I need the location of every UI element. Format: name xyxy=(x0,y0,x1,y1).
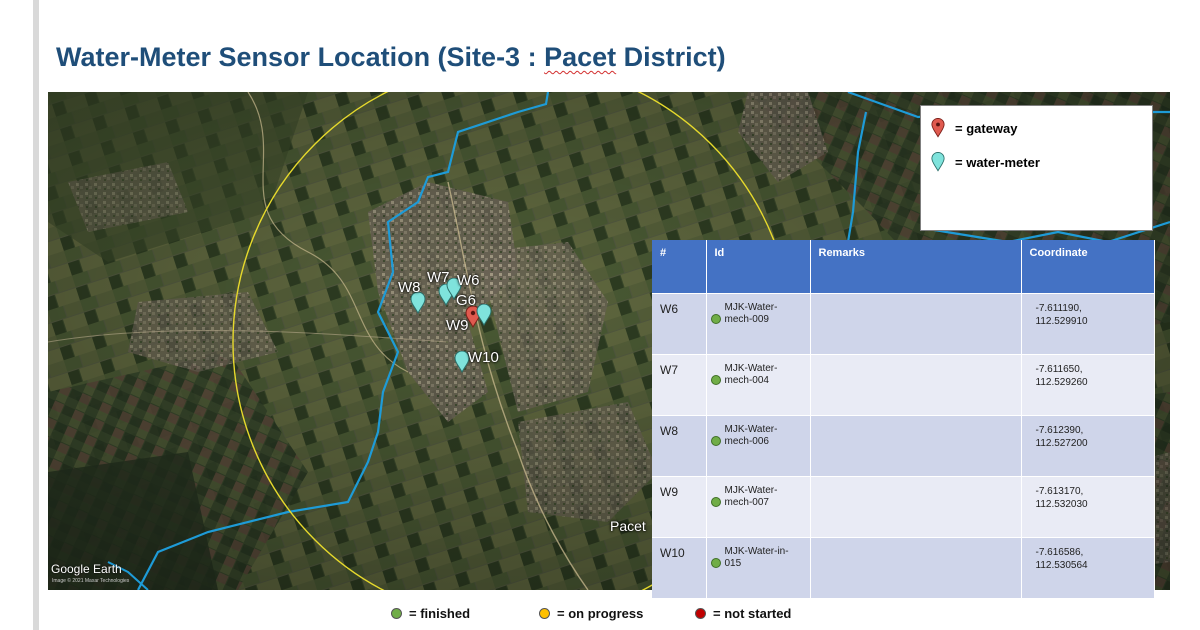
legend-row-water-meter: = water-meter xyxy=(931,152,1040,172)
status-dot-finished xyxy=(710,497,721,507)
row-id-line2: mech-007 xyxy=(724,497,769,508)
status-dot-finished xyxy=(710,436,721,446)
row-coordinate-cell: -7.611190, 112.529910 xyxy=(1021,293,1155,355)
legend-gateway-label: = gateway xyxy=(955,120,1018,136)
status-dot-finished xyxy=(710,558,721,568)
title-district-name: Pacet xyxy=(544,42,617,72)
row-coordinate-lon: 112.529260 xyxy=(1035,377,1088,388)
marker-legend: = gateway = water-meter xyxy=(920,105,1153,231)
status-legend-on-progress: = on progress xyxy=(539,606,643,621)
google-earth-logo: Google Earth xyxy=(51,562,122,576)
status-dot-finished xyxy=(710,375,721,385)
marker-label-w9: W9 xyxy=(446,317,469,334)
row-remarks xyxy=(810,476,1022,538)
page-title: Water-Meter Sensor Location (Site-3 : Pa… xyxy=(56,42,726,73)
table-header-row: # Id Remarks Coordinate xyxy=(652,240,1155,294)
row-coordinate-lat: -7.616586, xyxy=(1035,547,1084,558)
table-row[interactable]: W6 MJK-Water-mech-009 -7.611190, 112.5299… xyxy=(652,293,1155,355)
imagery-attribution: Image © 2021 Maxar Technologies xyxy=(52,578,130,584)
slide-left-border xyxy=(33,0,39,630)
row-coordinate-lon: 112.532030 xyxy=(1035,499,1088,510)
row-remarks xyxy=(810,293,1022,355)
marker-label-w7: W7 xyxy=(427,269,450,286)
row-id-line1: MJK-Water- xyxy=(724,363,778,374)
row-id-line1: MJK-Water- xyxy=(724,424,778,435)
marker-label-w8: W8 xyxy=(398,279,421,296)
column-header-number: # xyxy=(652,240,707,294)
water-meter-marker-w9[interactable] xyxy=(476,304,492,326)
title-suffix: District) xyxy=(616,42,726,72)
row-remarks xyxy=(810,537,1022,598)
water-meter-pin-icon xyxy=(931,152,945,172)
row-number: W7 xyxy=(652,354,707,416)
column-header-remarks: Remarks xyxy=(810,240,1022,294)
title-prefix: Water-Meter Sensor Location (Site-3 : xyxy=(56,42,545,72)
row-id-cell: MJK-Water-mech-007 xyxy=(706,476,811,538)
status-legend-finished: = finished xyxy=(391,606,470,621)
row-coordinate-cell: -7.613170, 112.532030 xyxy=(1021,476,1155,538)
row-id-line2: mech-006 xyxy=(724,436,769,447)
row-number: W9 xyxy=(652,476,707,538)
row-number: W10 xyxy=(652,537,707,598)
legend-water-meter-label: = water-meter xyxy=(955,154,1040,170)
row-id-cell: MJK-Water-in- 015 xyxy=(706,537,811,598)
marker-label-w10: W10 xyxy=(468,349,499,366)
row-coordinate-lat: -7.613170, xyxy=(1035,486,1084,497)
row-id-line1: MJK-Water- xyxy=(724,485,778,496)
sensor-table: # Id Remarks Coordinate W6 MJK-Water-mec… xyxy=(652,240,1155,598)
on-progress-dot-icon xyxy=(539,608,550,619)
row-coordinate-lat: -7.612390, xyxy=(1035,425,1084,436)
table-row[interactable]: W10 MJK-Water-in- 015 -7.616586, 112.53056… xyxy=(652,537,1155,598)
status-legend: = finished = on progress = not started xyxy=(0,606,1200,626)
status-legend-not-started: = not started xyxy=(695,606,791,621)
row-id-line1: MJK-Water- xyxy=(724,302,778,313)
table-row[interactable]: W8 MJK-Water-mech-006 -7.612390, 112.5272… xyxy=(652,415,1155,477)
row-coordinate-cell: -7.611650, 112.529260 xyxy=(1021,354,1155,416)
status-legend-finished-label: = finished xyxy=(409,606,471,621)
status-legend-not-started-label: = not started xyxy=(713,606,792,621)
row-id-cell: MJK-Water-mech-004 xyxy=(706,354,811,416)
place-label-pacet: Pacet xyxy=(610,518,646,534)
gateway-pin-icon xyxy=(931,118,945,138)
row-id-line1: MJK-Water-in- xyxy=(724,546,789,557)
row-id-line2: mech-004 xyxy=(724,375,769,386)
column-header-id: Id xyxy=(706,240,811,294)
row-number: W8 xyxy=(652,415,707,477)
status-legend-on-progress-label: = on progress xyxy=(557,606,644,621)
table-row[interactable]: W9 MJK-Water-mech-007 -7.613170, 112.5320… xyxy=(652,476,1155,538)
row-remarks xyxy=(810,415,1022,477)
row-id-line2: mech-009 xyxy=(724,314,769,325)
row-coordinate-lon: 112.530564 xyxy=(1035,560,1088,571)
row-id-cell: MJK-Water-mech-006 xyxy=(706,415,811,477)
row-number: W6 xyxy=(652,293,707,355)
status-dot-finished xyxy=(710,314,721,324)
marker-label-g6: G6 xyxy=(456,292,477,309)
marker-label-w6: W6 xyxy=(457,272,480,289)
legend-row-gateway: = gateway xyxy=(931,118,1018,138)
row-remarks xyxy=(810,354,1022,416)
row-coordinate-cell: -7.612390, 112.527200 xyxy=(1021,415,1155,477)
not-started-dot-icon xyxy=(695,608,706,619)
column-header-coordinate: Coordinate xyxy=(1021,240,1155,294)
row-coordinate-lat: -7.611190, xyxy=(1035,303,1082,314)
row-id-cell: MJK-Water-mech-009 xyxy=(706,293,811,355)
table-row[interactable]: W7 MJK-Water-mech-004 -7.611650, 112.5292… xyxy=(652,354,1155,416)
row-coordinate-lon: 112.527200 xyxy=(1035,438,1088,449)
row-coordinate-lat: -7.611650, xyxy=(1035,364,1083,375)
finished-dot-icon xyxy=(391,608,402,619)
row-id-line2: 015 xyxy=(724,558,742,569)
row-coordinate-cell: -7.616586, 112.530564 xyxy=(1021,537,1155,598)
row-coordinate-lon: 112.529910 xyxy=(1035,316,1088,327)
